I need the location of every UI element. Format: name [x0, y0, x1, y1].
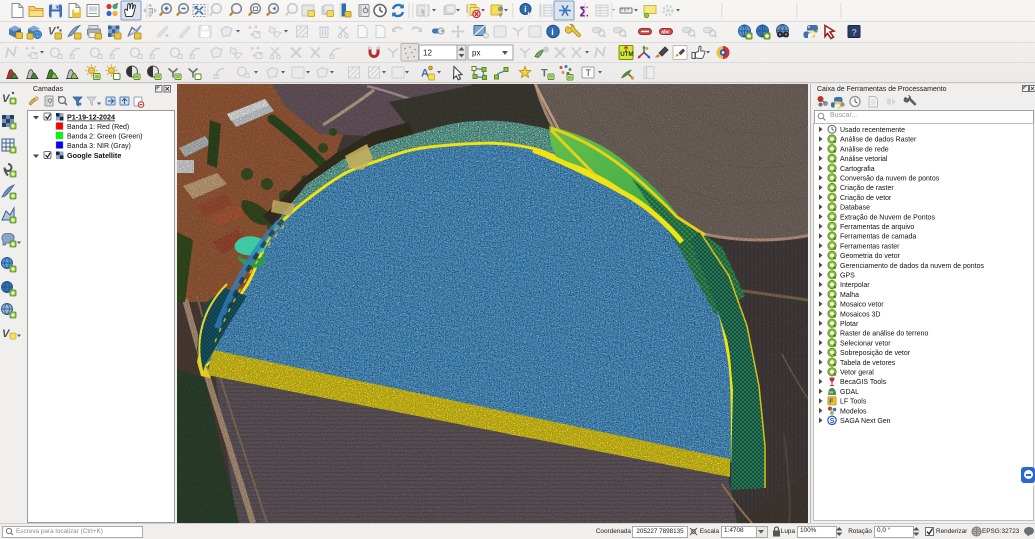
- svg-text:dal: dal: [829, 391, 834, 395]
- svg-text:Mosaicos 3D: Mosaicos 3D: [840, 311, 880, 318]
- svg-text:Mosaico vetor: Mosaico vetor: [840, 302, 884, 309]
- svg-text:Ferramentas de camada: Ferramentas de camada: [840, 234, 916, 241]
- svg-text:Análise vetorial: Análise vetorial: [840, 156, 888, 163]
- svg-text:Google Satellite: Google Satellite: [67, 151, 121, 160]
- svg-text:LF Tools: LF Tools: [840, 399, 867, 406]
- svg-text:Raster de análise do terreno: Raster de análise do terreno: [840, 331, 928, 338]
- svg-text:BecaGIS Tools: BecaGIS Tools: [840, 379, 887, 386]
- svg-text:P1-19-12-2024: P1-19-12-2024: [67, 113, 115, 122]
- svg-text:T: T: [541, 68, 548, 80]
- svg-text:Vetor geral: Vetor geral: [840, 370, 874, 377]
- svg-text:Banda 2: Green (Green): Banda 2: Green (Green): [67, 134, 143, 141]
- svg-text:Σ: Σ: [580, 4, 589, 21]
- svg-text:Interpolar: Interpolar: [840, 282, 870, 289]
- svg-text:Ferramentas de arquivo: Ferramentas de arquivo: [840, 224, 914, 231]
- svg-text:Ferramentas raster: Ferramentas raster: [840, 243, 900, 250]
- svg-text:Conversão da nuvem de pontos: Conversão da nuvem de pontos: [840, 176, 940, 183]
- svg-text:Análise de dados Raster: Análise de dados Raster: [840, 137, 917, 144]
- svg-text:Sobreposição de vetor: Sobreposição de vetor: [840, 350, 911, 357]
- svg-text:Banda 3: NIR (Gray): Banda 3: NIR (Gray): [67, 143, 131, 150]
- svg-text:12: 12: [423, 49, 432, 58]
- svg-text:Banda 1: Red (Red): Banda 1: Red (Red): [67, 124, 129, 131]
- svg-text:T: T: [586, 68, 592, 78]
- svg-text:?: ?: [852, 28, 858, 38]
- svg-text:i: i: [524, 4, 526, 14]
- svg-text:Criação de vetor: Criação de vetor: [840, 195, 892, 202]
- svg-text:Tabela de vetores: Tabela de vetores: [840, 360, 896, 367]
- svg-text:px: px: [472, 49, 480, 58]
- svg-text:F: F: [829, 399, 834, 406]
- svg-text:Cartografia: Cartografia: [840, 166, 875, 173]
- svg-text:UTM: UTM: [620, 51, 633, 58]
- svg-text:i: i: [551, 27, 554, 37]
- svg-text:SAGA Next Gen: SAGA Next Gen: [840, 418, 891, 425]
- svg-text:Selecionar vetor: Selecionar vetor: [840, 340, 891, 347]
- svg-text:Usado recentemente: Usado recentemente: [840, 127, 905, 134]
- svg-text:Criação de raster: Criação de raster: [840, 185, 894, 192]
- svg-text:GDAL: GDAL: [840, 389, 859, 396]
- svg-text:A: A: [421, 68, 429, 80]
- svg-text:Malha: Malha: [840, 292, 859, 299]
- svg-text:Modelos: Modelos: [840, 408, 867, 415]
- svg-text:Geometria do vetor: Geometria do vetor: [840, 253, 901, 260]
- svg-text:Plotar: Plotar: [840, 321, 859, 328]
- svg-text:Análise de rede: Análise de rede: [840, 146, 889, 153]
- svg-text:Gerenciamento de dados da nuve: Gerenciamento de dados da nuvem de ponto…: [840, 263, 984, 270]
- svg-text:GPS: GPS: [840, 273, 855, 280]
- svg-text:Extração de Nuvem de Pontos: Extração de Nuvem de Pontos: [840, 214, 935, 221]
- svg-text:Database: Database: [840, 205, 870, 212]
- svg-text:S: S: [830, 418, 835, 425]
- svg-text:abc: abc: [661, 29, 670, 35]
